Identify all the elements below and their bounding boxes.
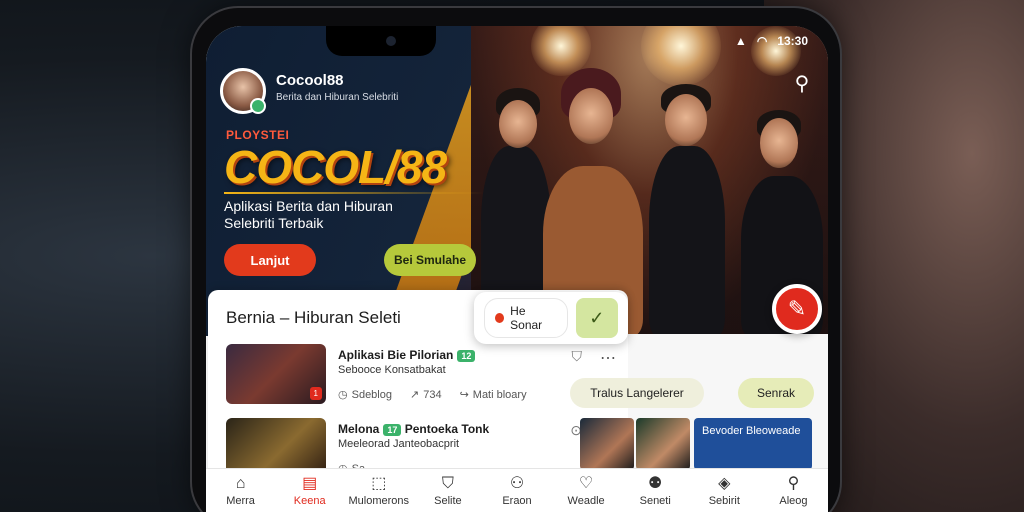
performer-head: [569, 88, 613, 144]
tab-profile[interactable]: ⚲ Aleog: [759, 469, 828, 512]
gift-icon: ◈: [718, 474, 731, 492]
floating-action-button[interactable]: ✎: [772, 284, 822, 334]
performer-head: [499, 100, 537, 148]
hero-title: COCOL/88: [224, 141, 447, 193]
bookmark-icon: ⛉: [441, 474, 454, 492]
article-subtitle: Sebooce Konsatbakat: [338, 364, 446, 376]
camera-notch: [326, 26, 436, 56]
trending-icon: ⬚: [371, 474, 387, 492]
tab-notifications[interactable]: ⚉ Seneti: [621, 469, 690, 512]
article-title: Melona 17 Pentoeka Tonk: [338, 422, 489, 436]
article-title-text: Melona: [338, 422, 380, 436]
count-badge: 17: [383, 423, 402, 436]
primary-button[interactable]: Lanjut: [224, 244, 316, 276]
status-time: 13:30: [777, 34, 808, 48]
arrow-icon: ↗: [409, 389, 420, 401]
article-title-text-2: Pentoeka Tonk: [404, 422, 490, 436]
wifi-icon: ◠: [756, 34, 768, 48]
filter-pill-active[interactable]: Senrak: [738, 378, 814, 408]
tab-news[interactable]: ▤ Keena: [275, 469, 344, 512]
article-title-text: Aplikasi Bie Pilorian: [338, 348, 454, 362]
article-thumbnail: 1: [226, 344, 326, 404]
section-title: Bernia – Hiburan Seleti: [226, 308, 401, 327]
article-title: Aplikasi Bie Pilorian 12: [338, 348, 476, 362]
promo-tile[interactable]: Bevoder Bleoweade: [694, 418, 812, 470]
brand-subtitle: Berita dan Hiburan Selebriti: [276, 92, 399, 103]
secondary-button[interactable]: Bei Smulahe: [384, 244, 476, 276]
camera-lens: [386, 36, 396, 46]
search-icon[interactable]: ⚲: [788, 70, 816, 98]
signal-icon: ▲: [734, 34, 747, 48]
bolt-icon: ✎: [787, 296, 807, 321]
bottom-tab-bar: ⌂ Merra ▤ Keena ⬚ Mulomerons ⛉ Selite ⚇ …: [206, 468, 828, 512]
brand-name: Cocool88: [276, 72, 344, 89]
meta-source: ◷ Sdeblog: [338, 388, 392, 402]
thumbnail-tag: 1: [309, 387, 322, 400]
clock-icon: ◷: [338, 389, 348, 401]
performer-head: [665, 94, 707, 146]
filter-pill[interactable]: Tralus Langelerer: [570, 378, 704, 408]
tab-bookmark[interactable]: ⛉ Selite: [413, 469, 482, 512]
home-icon: ⌂: [235, 474, 246, 492]
shield-icon[interactable]: ⛉: [572, 348, 583, 365]
status-bar: ▲ ◠ 13:30: [735, 34, 808, 48]
spotlight: [641, 26, 721, 86]
article-subtitle: Meeleorad Janteobacprit: [338, 438, 460, 450]
tab-home[interactable]: ⌂ Merra: [206, 469, 275, 512]
article-meta: ◷ Sdeblog ↗ 734 ↪ Mati bloary: [338, 388, 527, 402]
popup-pill-label: He Sonar: [510, 304, 543, 332]
notifications-icon: ⚉: [648, 474, 663, 492]
tab-gift[interactable]: ◈ Sebirit: [690, 469, 759, 512]
user-icon: ⚇: [509, 474, 525, 492]
app-screen: ▲ ◠ 13:30 ⚲ Cocool88 Berita dan Hiburan …: [206, 26, 828, 512]
news-icon: ▤: [302, 474, 318, 492]
tab-trending[interactable]: ⬚ Mulomerons: [344, 469, 413, 512]
profile-icon: ⚲: [787, 474, 800, 492]
quick-action-popup: He Sonar ✓: [474, 292, 628, 344]
list-item[interactable]: 1 Aplikasi Bie Pilorian 12 Sebooce Konsat…: [226, 344, 626, 406]
celebrity-tile[interactable]: [580, 418, 634, 470]
tab-heart[interactable]: ♡ Weadle: [552, 469, 621, 512]
share-icon: ↪: [459, 389, 469, 401]
celebrity-tile[interactable]: [636, 418, 690, 470]
heart-icon: ♡: [578, 474, 594, 492]
count-badge: 12: [457, 349, 476, 362]
popup-pill[interactable]: He Sonar: [484, 298, 568, 338]
title-underline: [224, 192, 484, 194]
more-icon[interactable]: ⋯: [600, 348, 616, 368]
meta-share[interactable]: ↪ Mati bloary: [459, 388, 527, 402]
check-icon[interactable]: ✓: [575, 298, 618, 338]
performer-head: [760, 118, 798, 168]
tab-user[interactable]: ⚇ Eraon: [482, 469, 551, 512]
hero-tagline: Aplikasi Berita dan Hiburan Selebriti Te…: [224, 198, 393, 231]
record-icon: [495, 313, 505, 323]
performer-figure: [649, 146, 725, 336]
meta-likes[interactable]: ↗ 734: [409, 388, 442, 402]
online-badge: [250, 98, 266, 114]
